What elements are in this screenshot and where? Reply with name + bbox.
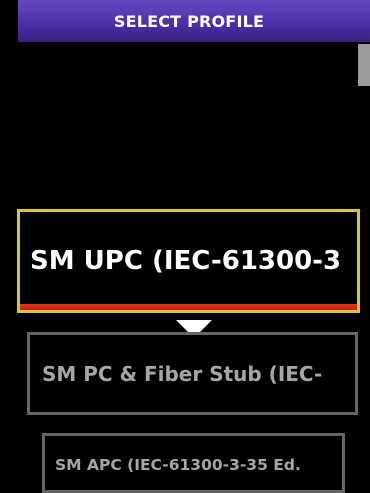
- profile-option[interactable]: SM PC & Fiber Stub (IEC-: [27, 332, 358, 415]
- profile-option-label: SM APC (IEC-61300-3-35 Ed.: [55, 456, 301, 474]
- profile-option-label: SM PC & Fiber Stub (IEC-: [42, 362, 323, 386]
- profile-option-selected[interactable]: SM UPC (IEC-61300-3: [17, 209, 360, 313]
- selection-underline: [20, 304, 357, 310]
- profile-option-label: SM UPC (IEC-61300-3: [30, 246, 342, 276]
- scrollbar-thumb[interactable]: [358, 44, 370, 86]
- profile-option[interactable]: SM APC (IEC-61300-3-35 Ed.: [42, 433, 345, 493]
- page-title: SELECT PROFILE: [113, 11, 265, 31]
- header-bar: SELECT PROFILE: [18, 0, 370, 42]
